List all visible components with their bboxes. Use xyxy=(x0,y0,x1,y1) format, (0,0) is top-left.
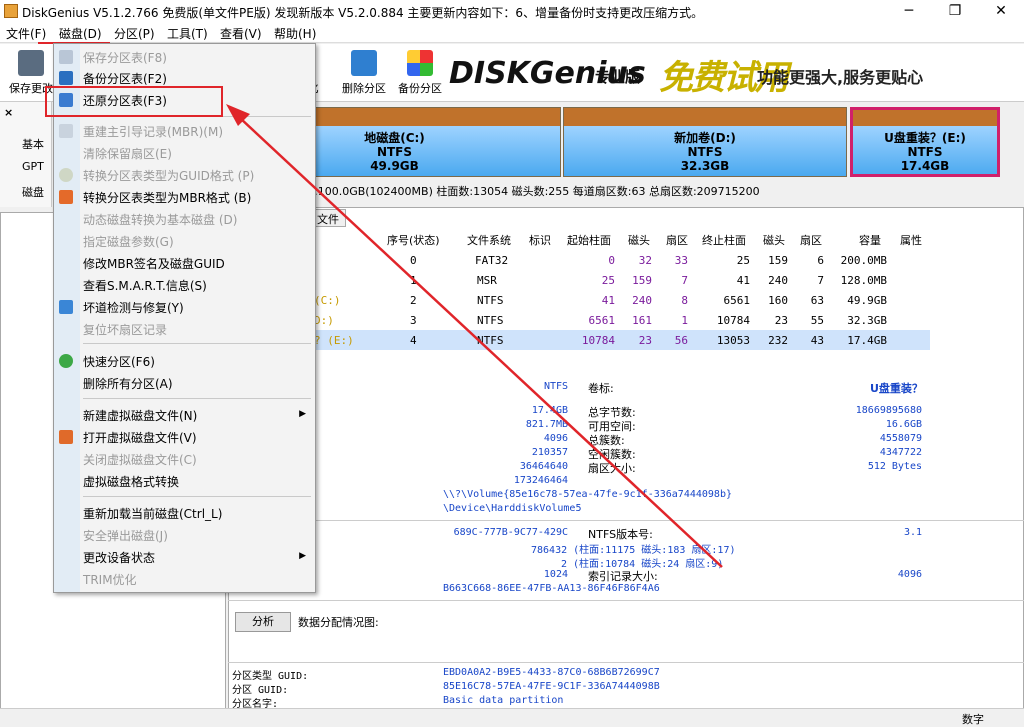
annotation-arrow xyxy=(226,104,723,568)
